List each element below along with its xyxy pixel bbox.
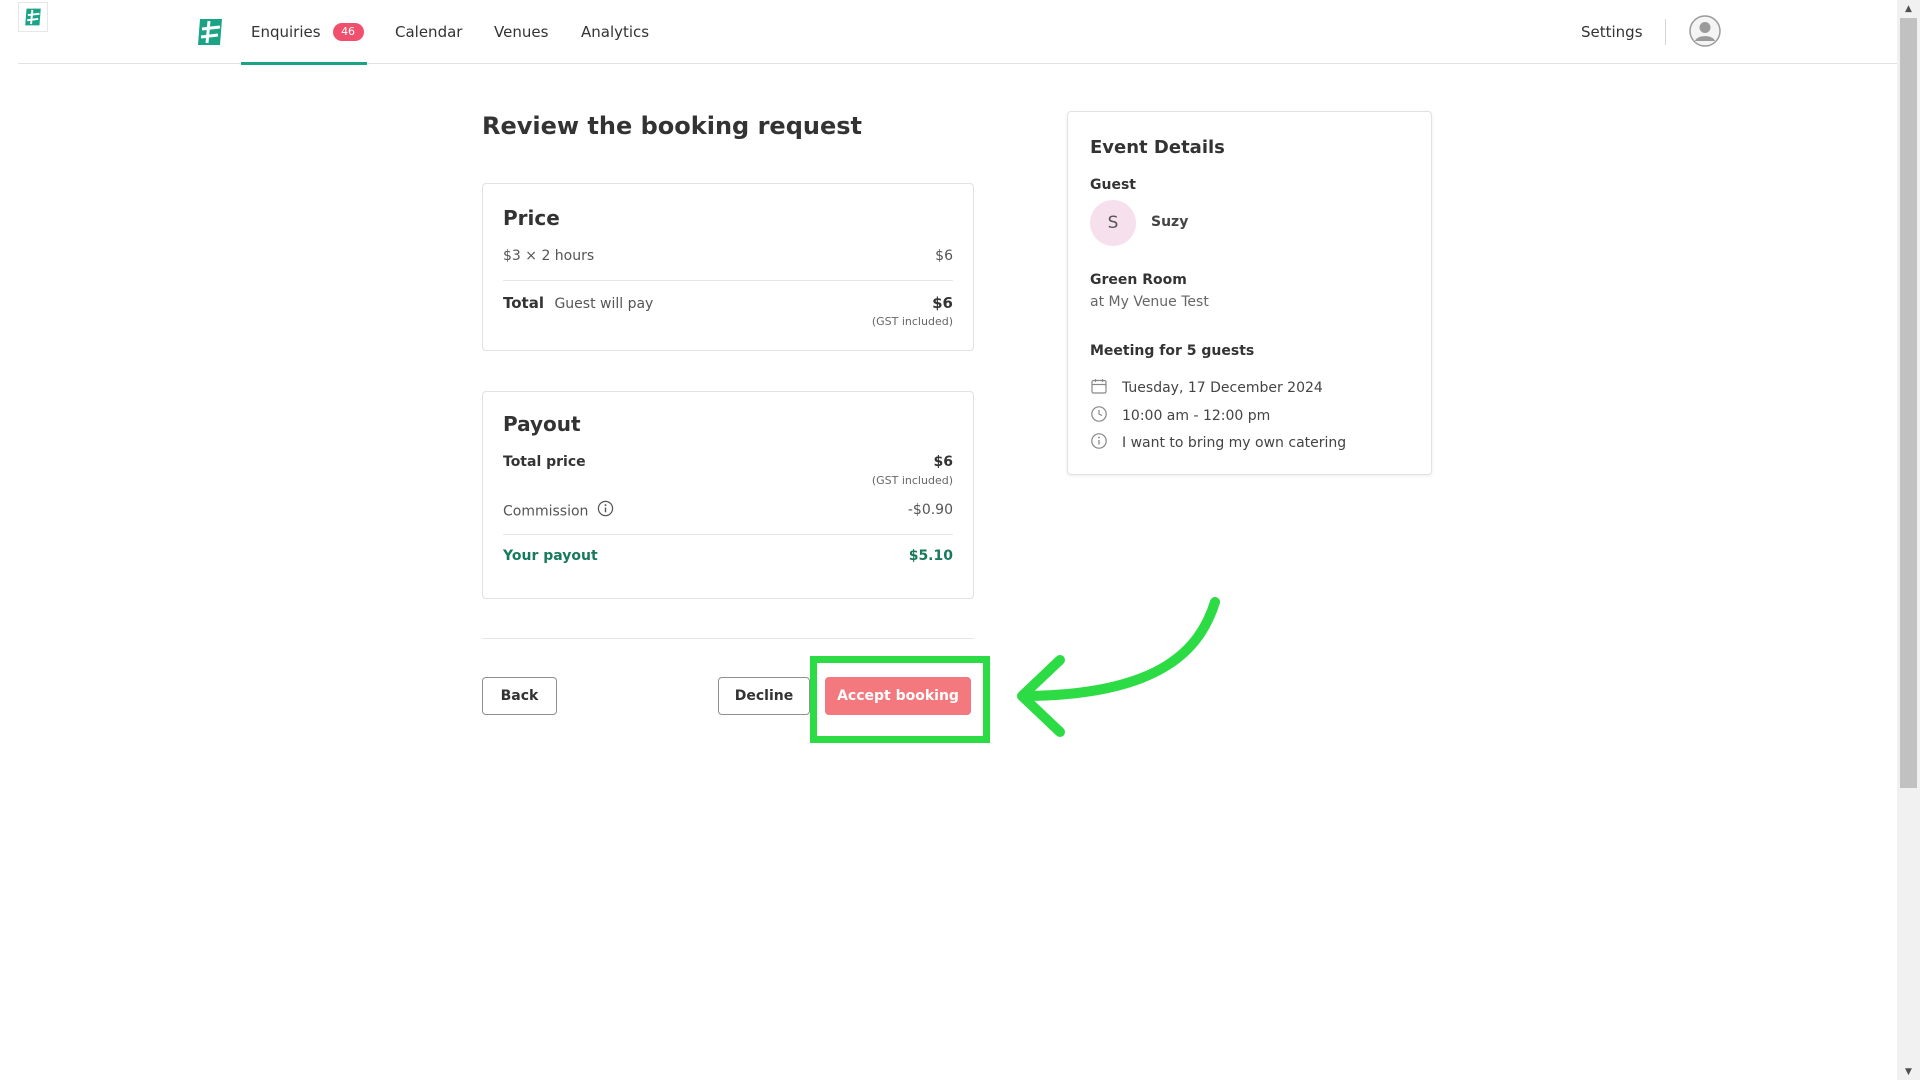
price-line-value: $6 xyxy=(935,248,953,264)
event-time-row: 10:00 am - 12:00 pm xyxy=(1090,405,1270,427)
room-name: Green Room xyxy=(1090,272,1187,288)
price-card: Price $3 × 2 hours $6 Total Guest will p… xyxy=(482,183,974,351)
tab-analytics-label: Analytics xyxy=(581,23,650,41)
page-scrollbar[interactable]: ▲ ▼ xyxy=(1897,0,1920,1080)
settings-link[interactable]: Settings xyxy=(1581,0,1643,64)
enquiries-count-badge: 46 xyxy=(332,23,364,41)
user-avatar-icon[interactable] xyxy=(1689,15,1721,47)
accept-booking-button[interactable]: Accept booking xyxy=(825,677,971,715)
event-date-row: Tuesday, 17 December 2024 xyxy=(1090,377,1323,399)
event-details-card: Event Details Guest S Suzy Green Room at… xyxy=(1067,111,1432,475)
price-total-row: Total Guest will pay $6 xyxy=(503,294,953,312)
calendar-icon xyxy=(1090,377,1122,399)
guest-label: Guest xyxy=(1090,177,1136,193)
payout-gst-note: (GST included) xyxy=(871,474,953,487)
scroll-up-arrow-icon[interactable]: ▲ xyxy=(1897,0,1920,17)
scroll-thumb[interactable] xyxy=(1900,18,1917,788)
payout-total-price-value: $6 xyxy=(933,454,953,470)
price-divider xyxy=(503,280,953,281)
event-details-title: Event Details xyxy=(1090,137,1225,158)
price-gst-note: (GST included) xyxy=(871,315,953,328)
payout-total-price-label: Total price xyxy=(503,454,586,470)
nav-divider xyxy=(1665,19,1666,45)
your-payout-row: Your payout $5.10 xyxy=(503,548,953,564)
payout-total-row: Total price $6 xyxy=(503,454,953,470)
event-note-row: I want to bring my own catering xyxy=(1090,432,1346,454)
tab-venues[interactable]: Venues xyxy=(494,0,548,64)
payout-card: Payout Total price $6 (GST included) Com… xyxy=(482,391,974,599)
your-payout-label: Your payout xyxy=(503,548,598,564)
price-total-note: Guest will pay xyxy=(554,296,654,312)
actions-divider xyxy=(482,638,974,639)
tab-enquiries[interactable]: Enquiries 46 xyxy=(241,0,367,65)
price-line-row: $3 × 2 hours $6 xyxy=(503,248,953,264)
clock-icon xyxy=(1090,405,1122,427)
commission-label: Commission xyxy=(503,503,589,520)
price-total-value: $6 xyxy=(932,294,953,312)
event-time: 10:00 am - 12:00 pm xyxy=(1122,408,1271,424)
venue-name: at My Venue Test xyxy=(1090,294,1209,310)
decline-button[interactable]: Decline xyxy=(718,677,810,715)
price-total-label: Total xyxy=(503,294,544,312)
tab-calendar[interactable]: Calendar xyxy=(395,0,462,64)
payout-title: Payout xyxy=(503,412,581,436)
tab-enquiries-label: Enquiries xyxy=(251,23,321,41)
info-icon xyxy=(1090,432,1122,454)
price-line-label: $3 × 2 hours xyxy=(503,248,595,264)
tab-venues-label: Venues xyxy=(494,23,549,41)
page-title: Review the booking request xyxy=(482,112,863,140)
commission-row: Commission -$0.90 xyxy=(503,500,953,521)
top-navigation: Enquiries 46 Calendar Venues Analytics S… xyxy=(18,0,1897,65)
annotation-arrow-icon xyxy=(1017,597,1220,737)
tab-calendar-label: Calendar xyxy=(395,23,463,41)
event-note: I want to bring my own catering xyxy=(1122,435,1347,451)
commission-info-icon[interactable] xyxy=(597,500,614,521)
event-date: Tuesday, 17 December 2024 xyxy=(1122,380,1323,396)
price-title: Price xyxy=(503,206,560,230)
tab-analytics[interactable]: Analytics xyxy=(581,0,649,64)
brand-logo-icon[interactable] xyxy=(193,15,227,49)
back-button[interactable]: Back xyxy=(482,677,557,715)
meeting-size: Meeting for 5 guests xyxy=(1090,343,1255,359)
guest-avatar: S xyxy=(1090,200,1136,246)
payout-divider xyxy=(503,534,953,535)
commission-value: -$0.90 xyxy=(907,502,953,518)
your-payout-value: $5.10 xyxy=(908,548,953,564)
guest-name: Suzy xyxy=(1151,214,1189,230)
scroll-down-arrow-icon[interactable]: ▼ xyxy=(1897,1063,1920,1080)
